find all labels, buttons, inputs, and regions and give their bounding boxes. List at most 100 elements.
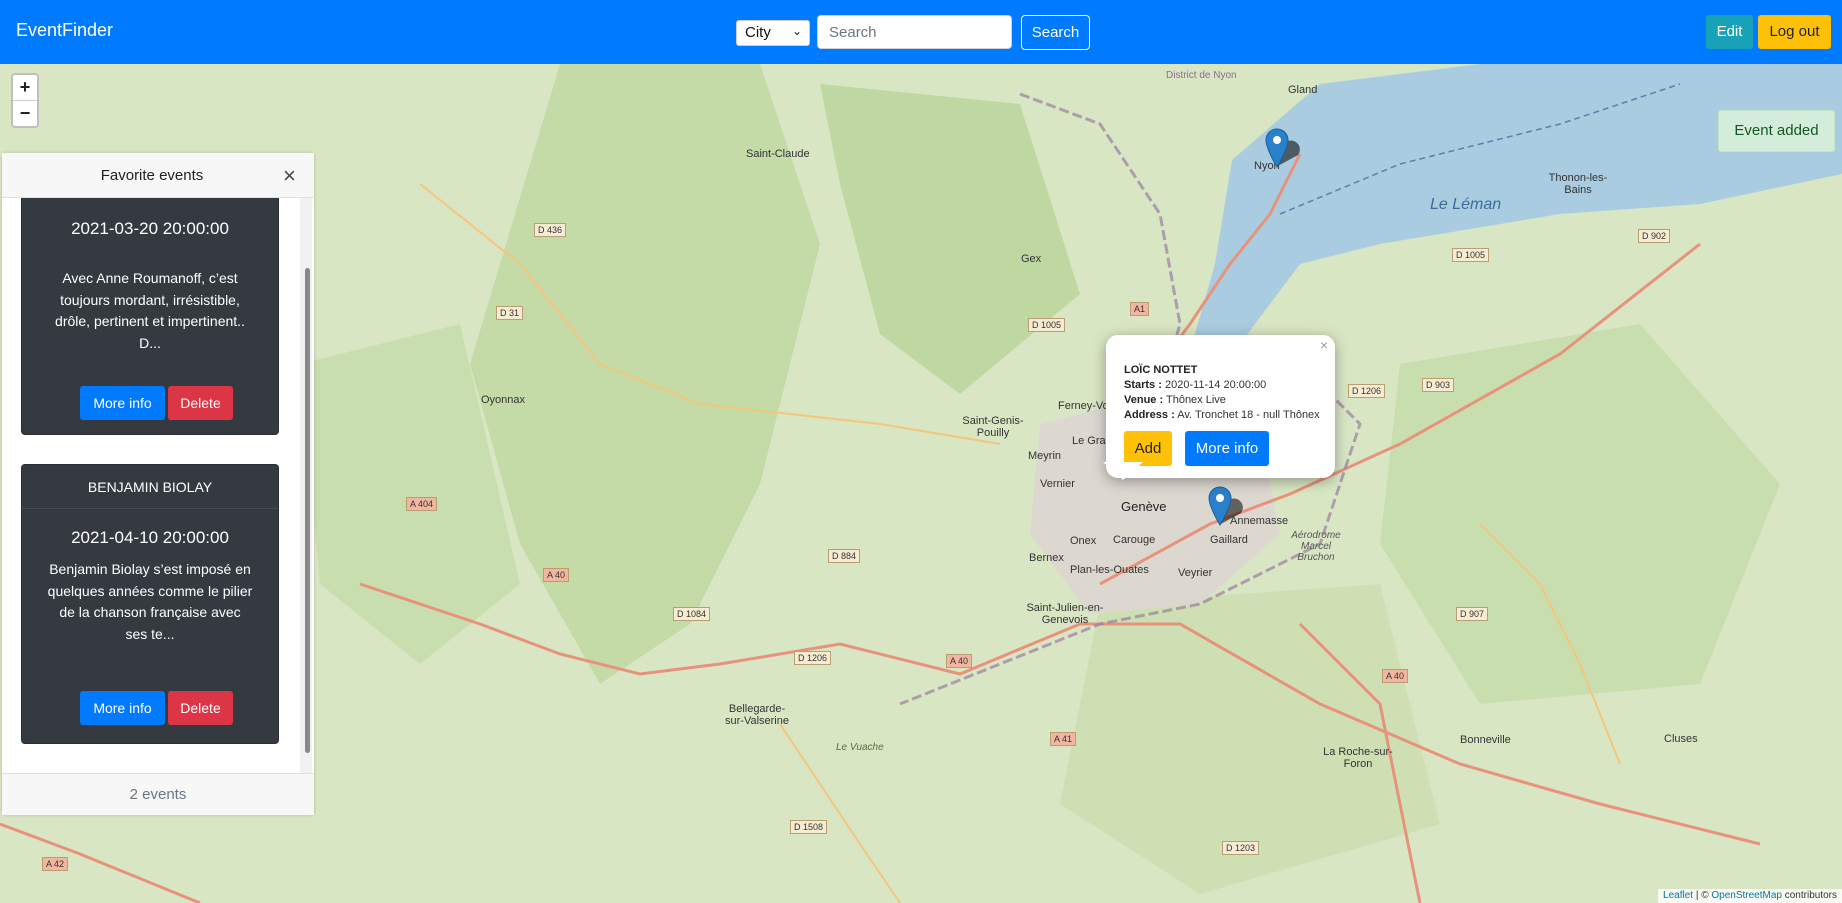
event-marker-thonex[interactable] — [1207, 485, 1243, 526]
venue-value: Thônex Live — [1165, 394, 1226, 406]
map-label-oyonnax: Oyonnax — [481, 394, 526, 406]
event-marker-nyon[interactable] — [1264, 127, 1300, 168]
event-added-toast: Event added — [1718, 110, 1835, 152]
map-label-aerodrome: Aérodrome Marcel Bruchon — [1291, 530, 1341, 563]
more-info-button[interactable]: More info — [80, 386, 165, 420]
road-label-a41: A 41 — [1050, 732, 1077, 746]
road-label-a404: A 404 — [406, 497, 438, 511]
map-label-saint-julien: Saint-Julien-en-Genevois — [1026, 602, 1104, 626]
filter-type-select[interactable]: City ⌄ — [736, 20, 810, 46]
filter-type-value: City — [745, 24, 771, 41]
map-label-saint-claude: Saint-Claude — [746, 148, 810, 160]
event-description: Avec Anne Roumanoff, c’est toujours mord… — [55, 270, 245, 351]
road-label-a42: A 42 — [42, 857, 69, 871]
map-label-meyrin: Meyrin — [1028, 450, 1062, 462]
map-pin-icon — [1265, 128, 1300, 168]
scrollbar-thumb[interactable] — [305, 268, 310, 753]
road-label-d1508: D 1508 — [790, 820, 828, 834]
event-popup: × LOÏC NOTTET Starts : 2020-11-14 20:00:… — [1106, 335, 1335, 478]
road-label-d436: D 436 — [534, 223, 567, 237]
map-label-onex: Onex — [1070, 535, 1097, 547]
road-label-d1203: D 1203 — [1222, 841, 1260, 855]
event-card: BENJAMIN BIOLAY 2021-04-10 20:00:00 Benj… — [21, 464, 279, 744]
more-info-button[interactable]: More info — [80, 691, 165, 725]
road-label-d1005-east: D 1005 — [1452, 248, 1490, 262]
add-button[interactable]: Add — [1124, 431, 1172, 466]
close-icon[interactable]: × — [283, 163, 296, 189]
map-label-geneve: Genève — [1121, 499, 1167, 514]
map-attribution: Leaflet | © OpenStreetMap contributors — [1658, 889, 1842, 903]
map-label-carouge: Carouge — [1113, 534, 1156, 546]
popup-address: Address : Av. Tronchet 18 - null Thônex — [1124, 409, 1320, 421]
map-label-le-leman: Le Léman — [1430, 196, 1502, 213]
road-label-d1206-north: D 1206 — [1348, 384, 1386, 398]
search-placeholder: Search — [829, 24, 877, 41]
event-name: BENJAMIN BIOLAY — [22, 465, 278, 509]
event-date: 2021-03-20 20:00:00 — [71, 219, 229, 238]
road-label-d1084: D 1084 — [673, 607, 711, 621]
road-label-a40-south: A 40 — [946, 654, 973, 668]
road-label-d903: D 903 — [1422, 378, 1455, 392]
attribution-suffix: contributors — [1781, 890, 1837, 901]
favorites-list[interactable]: 2021-03-20 20:00:00 Avec Anne Roumanoff,… — [2, 198, 314, 773]
road-label-d1005-west: D 1005 — [1028, 318, 1066, 332]
road-label-d1206-south: D 1206 — [794, 651, 832, 665]
popup-tip — [1103, 462, 1143, 480]
road-label-a40-west: A 40 — [543, 568, 570, 582]
map-label-plan-les-ouates: Plan-les-Ouates — [1070, 564, 1149, 576]
venue-label: Venue : — [1124, 394, 1164, 406]
map-label-bonneville: Bonneville — [1460, 734, 1511, 746]
osm-link[interactable]: OpenStreetMap — [1711, 890, 1782, 901]
road-label-d907: D 907 — [1456, 607, 1489, 621]
search-button[interactable]: Search — [1021, 15, 1090, 50]
popup-venue: Venue : Thônex Live — [1124, 394, 1226, 406]
zoom-in-button[interactable]: + — [13, 75, 37, 101]
road-label-d884: D 884 — [828, 549, 861, 563]
popup-starts: Starts : 2020-11-14 20:00:00 — [1124, 379, 1266, 391]
event-date: 2021-04-10 20:00:00 — [71, 528, 229, 547]
map-label-district-nyon: District de Nyon — [1166, 70, 1237, 81]
delete-button[interactable]: Delete — [168, 386, 233, 420]
map-pin-icon — [1208, 486, 1243, 526]
popup-event-name: LOÏC NOTTET — [1124, 364, 1198, 376]
map-label-thonon: Thonon-les-Bains — [1548, 172, 1608, 196]
logout-button[interactable]: Log out — [1758, 15, 1831, 49]
map-label-veyrier: Veyrier — [1178, 567, 1213, 579]
attribution-separator: | © — [1693, 890, 1712, 901]
map-label-cluses: Cluses — [1664, 733, 1698, 745]
brand-logo[interactable]: EventFinder — [16, 20, 113, 41]
map-label-gaillard: Gaillard — [1210, 534, 1248, 546]
road-label-a40-east: A 40 — [1382, 669, 1409, 683]
leaflet-link[interactable]: Leaflet — [1663, 890, 1693, 901]
map-label-gex: Gex — [1021, 253, 1042, 265]
close-icon[interactable]: × — [1320, 337, 1328, 353]
road-label-d902: D 902 — [1638, 229, 1671, 243]
map-label-bernex: Bernex — [1029, 552, 1064, 564]
address-label: Address : — [1124, 409, 1175, 421]
delete-button[interactable]: Delete — [168, 691, 233, 725]
favorites-count: 2 events — [2, 773, 314, 815]
favorites-title: Favorite events — [100, 167, 204, 184]
map-label-ferney: Ferney-Vol — [1058, 400, 1112, 412]
more-info-button[interactable]: More info — [1185, 431, 1269, 466]
map-label-bellegarde: Bellegarde-sur-Valserine — [725, 703, 789, 727]
map-label-la-roche: La Roche-sur-Foron — [1323, 746, 1393, 770]
address-value: Av. Tronchet 18 - null Thônex — [1177, 409, 1320, 421]
road-label-a1: A1 — [1130, 302, 1150, 316]
chevron-down-icon: ⌄ — [791, 24, 802, 38]
navbar: EventFinder City ⌄ Search Search Edit Lo… — [0, 0, 1842, 64]
event-card: 2021-03-20 20:00:00 Avec Anne Roumanoff,… — [21, 198, 279, 435]
map-label-saint-genis: Saint-Genis-Pouilly — [962, 415, 1024, 439]
map-label-gland: Gland — [1288, 84, 1318, 96]
starts-label: Starts : — [1124, 379, 1162, 391]
starts-value: 2020-11-14 20:00:00 — [1164, 379, 1267, 391]
favorites-panel: Favorite events × 2021-03-20 20:00:00 Av… — [2, 153, 314, 815]
favorites-panel-header: Favorite events × — [2, 153, 314, 198]
zoom-out-button[interactable]: − — [13, 101, 37, 127]
edit-button[interactable]: Edit — [1706, 15, 1753, 49]
map-label-vernier: Vernier — [1040, 478, 1075, 490]
search-input[interactable]: Search — [817, 15, 1012, 49]
road-label-d31: D 31 — [496, 306, 524, 320]
event-description: Benjamin Biolay s’est imposé en quelques… — [47, 561, 253, 642]
zoom-control: + − — [11, 73, 39, 128]
